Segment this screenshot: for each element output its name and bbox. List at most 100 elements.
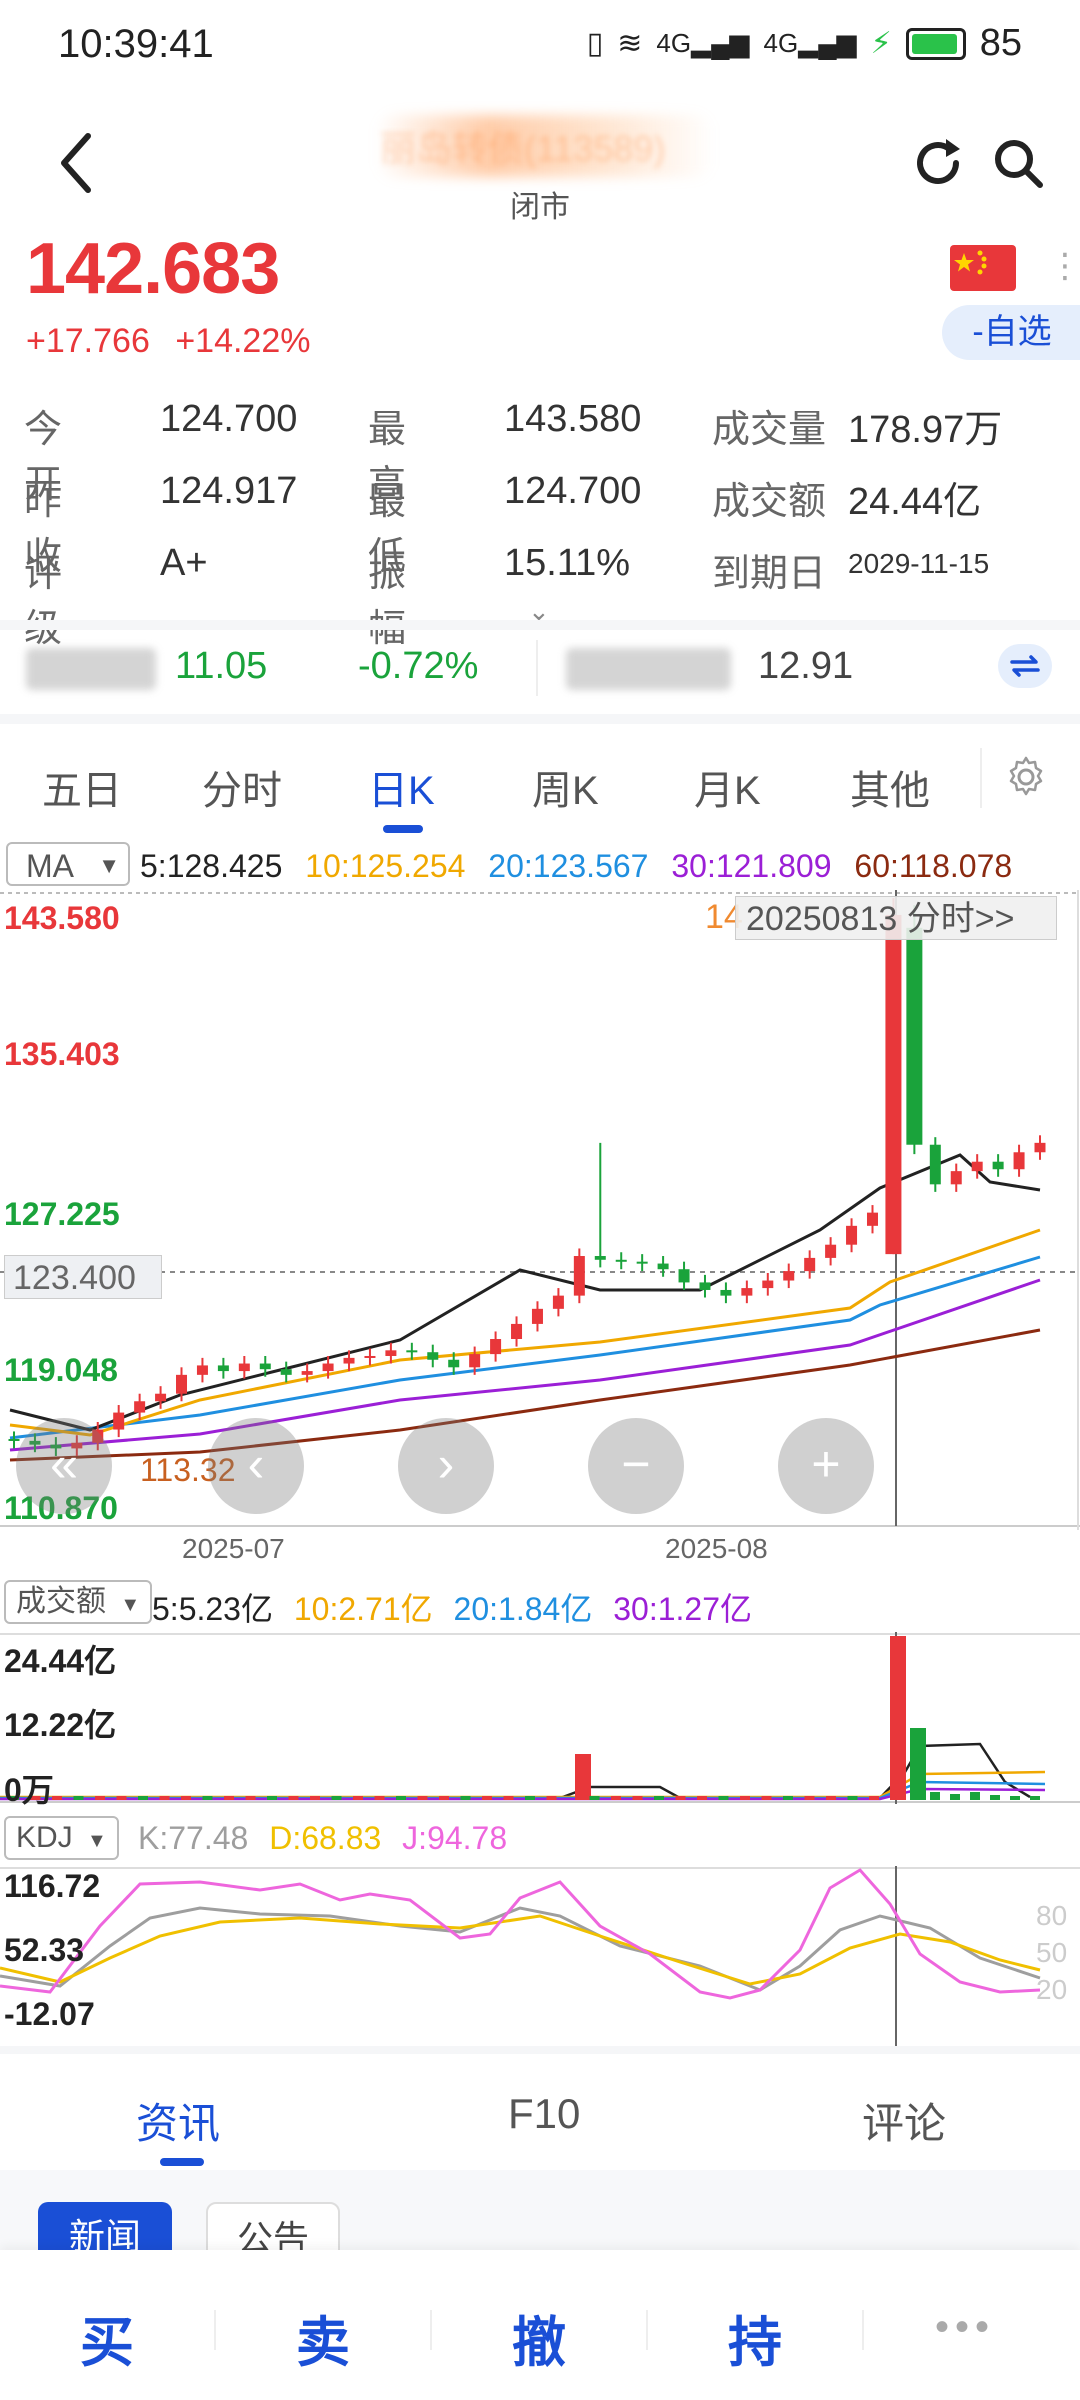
candle-body [804, 1257, 816, 1272]
maturity-value: 2029-11-15 [848, 548, 990, 579]
volume-bar [910, 1728, 926, 1800]
tab-intraday[interactable]: 分时 [202, 758, 282, 816]
search-icon[interactable] [990, 135, 1046, 191]
candle-body [531, 1308, 543, 1324]
ma10-value: 10:125.254 [305, 848, 466, 884]
volume-bar [546, 1796, 557, 1800]
volume-bar [482, 1796, 492, 1800]
volume-bar [970, 1792, 980, 1800]
open-value: 124.700 [160, 398, 298, 440]
volume-bar [761, 1796, 772, 1800]
x-label-august: 2025-08 [665, 1533, 768, 1564]
volume-bar [116, 1796, 127, 1800]
candle-body [511, 1323, 523, 1340]
volume-bar [73, 1796, 84, 1800]
change-percent: +14.22% [175, 322, 311, 360]
more-icon[interactable]: ⋮ [1048, 246, 1080, 286]
cancel-order-button[interactable]: 撤 [512, 2298, 566, 2377]
candle-body [741, 1288, 753, 1296]
info-tabs: 资讯 F10 评论 [0, 2050, 1080, 2180]
volume-bar [697, 1796, 707, 1800]
candle-body [1013, 1152, 1025, 1170]
candle-body [906, 927, 923, 1145]
tab-other[interactable]: 其他 [850, 758, 930, 816]
kdj-ref-20: 20 [1036, 1974, 1068, 2005]
dropdown-caret-icon: ▼ [98, 853, 120, 878]
candle-body [385, 1350, 397, 1356]
price-change: +17.766 +14.22% [26, 322, 310, 361]
switch-icon[interactable] [998, 644, 1052, 688]
kdj-selector[interactable]: KDJ ▼ [4, 1816, 119, 1860]
candle-body [217, 1365, 229, 1372]
kdj-d-line [0, 1914, 1041, 1986]
candle-body [238, 1363, 250, 1372]
tab-weekly-k[interactable]: 周K [532, 758, 599, 816]
volume-bar [826, 1796, 836, 1800]
kdj-y-max: 116.72 [4, 1868, 101, 1904]
volume-value: 178.97万 [848, 409, 1003, 451]
tab-f10[interactable]: F10 [508, 2090, 580, 2138]
ma-selector-label: MA [26, 848, 74, 884]
more-actions-icon[interactable]: ••• [935, 2305, 995, 2350]
candle-body [364, 1355, 376, 1358]
rewind-icon[interactable]: « [16, 1418, 112, 1514]
candle-body [280, 1369, 292, 1375]
crosshair-price-tag: 123.400 [4, 1255, 162, 1299]
action-separator [430, 2310, 432, 2350]
ma30-value: 30:121.809 [671, 848, 832, 884]
prev-close-value: 124.917 [160, 470, 298, 512]
sell-button[interactable]: 卖 [296, 2298, 350, 2377]
candle-body [594, 1256, 606, 1260]
volume-bar [783, 1796, 793, 1800]
volume-bar [396, 1796, 406, 1800]
candle-body [176, 1374, 188, 1394]
kdj-chart [0, 1866, 1080, 2046]
tab-monthly-k[interactable]: 月K [694, 758, 761, 816]
ma-values: 5:128.425 10:125.254 20:123.567 30:121.8… [140, 848, 1012, 885]
ma5-value: 5:128.425 [140, 848, 283, 884]
scroll-left-icon[interactable]: ‹ [208, 1418, 304, 1514]
candle-body [322, 1363, 334, 1372]
high-value: 143.580 [504, 398, 642, 440]
action-separator [214, 2310, 216, 2350]
candle-body [406, 1350, 418, 1353]
tab-five-day[interactable]: 五日 [42, 758, 122, 816]
refresh-icon[interactable] [910, 135, 966, 191]
zoom-in-icon[interactable]: + [778, 1418, 874, 1514]
candle-body [699, 1282, 711, 1290]
status-bar: 10:39:41 ▯ ≋ 4G▂▄▆ 4G▂▄▆ ⚡ 85 [0, 0, 1080, 95]
volume-bar [374, 1796, 385, 1800]
volume-selector[interactable]: 成交额 ▼ [4, 1580, 153, 1624]
y-label-max: 143.580 [4, 900, 120, 936]
holdings-button[interactable]: 持 [728, 2298, 782, 2377]
candle-body [343, 1357, 355, 1364]
tab-comments[interactable]: 评论 [862, 2090, 946, 2151]
zoom-out-icon[interactable]: − [588, 1418, 684, 1514]
candle-body [448, 1359, 460, 1368]
kdj-selector-label: KDJ [16, 1821, 73, 1854]
volume-bar [990, 1795, 1000, 1800]
ticker-change-1: -0.72% [358, 645, 479, 687]
volume-bar [224, 1796, 234, 1800]
buy-button[interactable]: 买 [80, 2298, 134, 2377]
settings-gear-icon[interactable] [1004, 755, 1048, 799]
scroll-right-icon[interactable]: › [398, 1418, 494, 1514]
signal2-icon: 4G▂▄▆ [763, 28, 857, 58]
kdj-values: K:77.48 D:68.83 J:94.78 [138, 1820, 507, 1857]
ma-selector[interactable]: MA ▼ [6, 842, 130, 886]
tab-news-info[interactable]: 资讯 [136, 2090, 220, 2151]
watchlist-button[interactable]: -自选 [942, 305, 1080, 360]
crosshair-date-tip[interactable]: 20250813 分时>> [735, 896, 1057, 940]
kline-chart[interactable] [0, 890, 1080, 1530]
volume-bar [632, 1796, 643, 1800]
volume-bar [95, 1796, 105, 1800]
y-label-5: 119.048 [4, 1352, 118, 1388]
candle-body [971, 1161, 983, 1172]
candle-body [490, 1339, 502, 1355]
volume-bar [675, 1796, 686, 1800]
kdj-y-min: -12.07 [4, 1996, 95, 2032]
tab-daily-k[interactable]: 日K [368, 758, 435, 816]
volume-bar [138, 1796, 148, 1800]
dropdown-caret-icon: ▼ [87, 1830, 107, 1852]
y-label-2: 135.403 [4, 1036, 120, 1072]
